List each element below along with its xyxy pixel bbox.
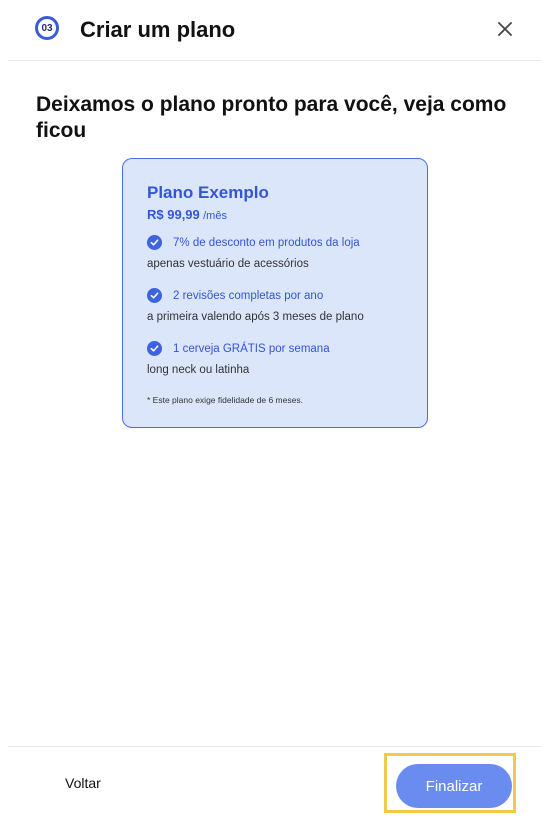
plan-note: * Este plano exige fidelidade de 6 meses… (147, 395, 303, 405)
plan-feature: 2 revisões completas por ano a primeira … (147, 288, 417, 323)
header-divider (8, 60, 541, 61)
plan-feature-description: a primeira valendo após 3 meses de plano (147, 311, 364, 323)
plan-feature-title: 2 revisões completas por ano (173, 289, 324, 302)
plan-price-period: /mês (203, 210, 227, 222)
finish-button[interactable]: Finalizar (396, 764, 512, 808)
plan-card: Plano Exemplo R$ 99,99 /mês 7% de descon… (122, 158, 428, 428)
plan-feature-title: 1 cerveja GRÁTIS por semana (173, 342, 330, 355)
dialog-title: Criar um plano (80, 17, 236, 42)
plan-price: R$ 99,99 /mês (147, 207, 227, 222)
plan-feature-title: 7% de desconto em produtos da loja (173, 236, 360, 249)
dialog-header: 03 Criar um plano (0, 0, 541, 60)
close-icon[interactable] (497, 21, 513, 37)
close-button[interactable] (490, 14, 520, 44)
back-button[interactable]: Voltar (55, 771, 111, 795)
create-plan-dialog: 03 Criar um plano Deixamos o plano pront… (0, 0, 541, 821)
plan-feature-description: long neck ou latinha (147, 364, 250, 376)
plan-price-amount: R$ 99,99 (147, 207, 200, 222)
plan-feature: 7% de desconto em produtos da loja apena… (147, 235, 417, 270)
check-circle-icon (147, 235, 162, 250)
footer-divider (8, 746, 541, 747)
step-badge: 03 (35, 16, 59, 40)
plan-feature-description: apenas vestuário de acessórios (147, 258, 309, 270)
page-headline: Deixamos o plano pronto para você, veja … (36, 93, 507, 142)
plan-name: Plano Exemplo (147, 183, 269, 202)
check-circle-icon (147, 288, 162, 303)
plan-feature: 1 cerveja GRÁTIS por semana long neck ou… (147, 341, 417, 376)
check-circle-icon (147, 341, 162, 356)
step-number: 03 (41, 22, 53, 34)
